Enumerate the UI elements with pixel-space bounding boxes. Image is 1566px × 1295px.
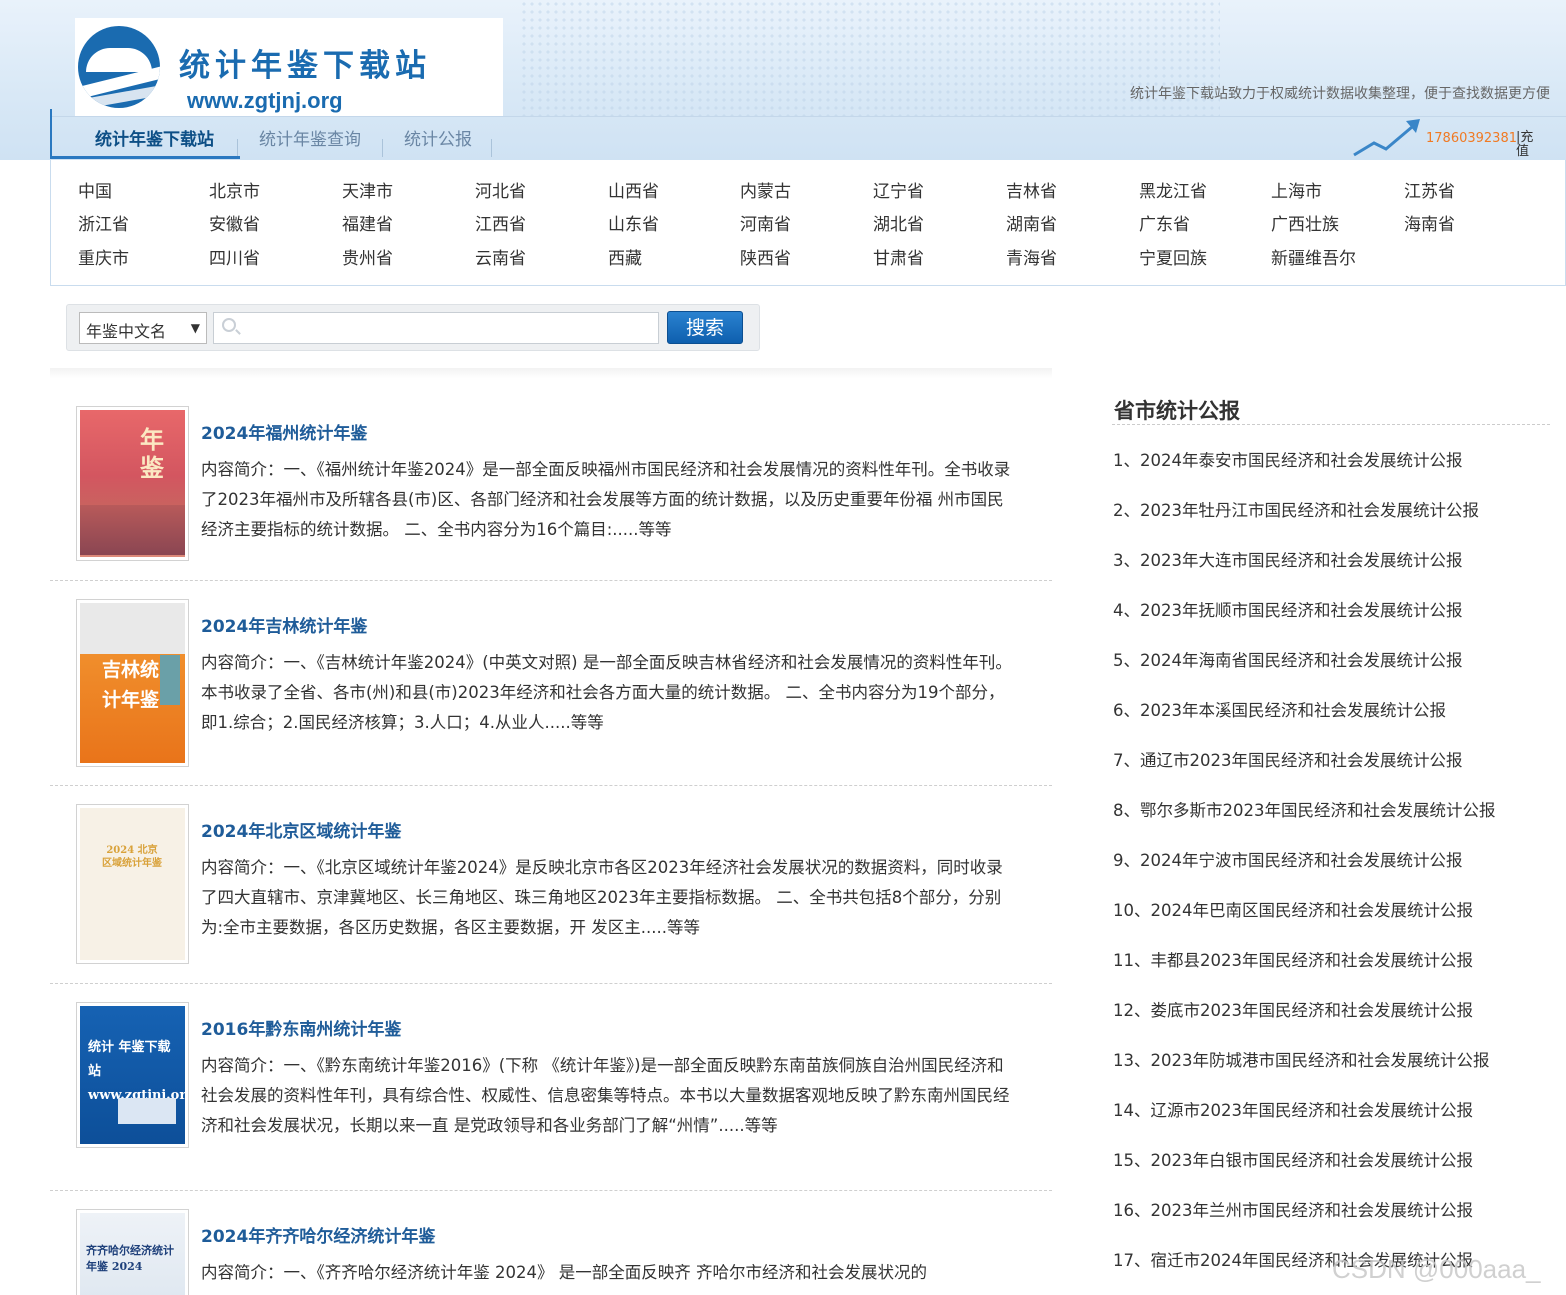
world-map-decoration (520, 0, 1220, 116)
main-nav: 统计年鉴下载站 统计年鉴查询 统计公报 (50, 109, 1566, 159)
book-cover[interactable]: 吉林统计年鉴 (76, 599, 189, 767)
recharge-link[interactable]: |充值 (1516, 131, 1540, 159)
region-link[interactable]: 西藏 (608, 244, 642, 269)
cover-title: 2024 北京区域统计年鉴 (102, 845, 162, 869)
region-link[interactable]: 山西省 (608, 177, 659, 202)
region-grid: 中国 北京市 天津市 河北省 山西省 内蒙古 辽宁省 吉林省 黑龙江省 上海市 江苏省浙江省 安徽省 福… (50, 160, 1566, 286)
region-link[interactable]: 重庆市 (78, 244, 129, 269)
nav-tab-yearbook-query[interactable]: 统计年鉴查询 (239, 125, 381, 150)
header: 统计年鉴下载站 www.zgtjnj.org 统计年鉴下载站致力于权威统计数据收… (0, 0, 1566, 160)
cover-title: 年鉴 (140, 425, 164, 482)
book-item: 吉林统计年鉴 2024年吉林统计年鉴 内容简介：一、《吉林统计年鉴2024》(中… (50, 581, 1052, 786)
bulletin-link[interactable]: 9、2024年宁波市国民经济和社会发展统计公报 (1113, 847, 1463, 871)
region-link[interactable]: 辽宁省 (873, 177, 924, 202)
book-description: 内容简介：一、《黔东南统计年鉴2016》(下称 《统计年鉴》)是一部全面反映黔东… (201, 1056, 1010, 1135)
page: 统计年鉴下载站 www.zgtjnj.org 统计年鉴下载站致力于权威统计数据收… (0, 0, 1566, 1295)
region-link[interactable]: 天津市 (342, 177, 393, 202)
bulletin-link[interactable]: 2、2023年牡丹江市国民经济和社会发展统计公报 (1113, 497, 1479, 521)
book-description: 内容简介：一、《吉林统计年鉴2024》(中英文对照) 是一部全面反映吉林省经济和… (201, 653, 1012, 732)
region-link[interactable]: 江西省 (475, 210, 526, 235)
book-cover[interactable]: 年鉴 (76, 406, 189, 561)
region-link[interactable]: 贵州省 (342, 244, 393, 269)
region-link[interactable]: 宁夏回族 (1139, 244, 1207, 269)
bulletin-link[interactable]: 12、娄底市2023年国民经济和社会发展统计公报 (1113, 997, 1473, 1021)
contact-phone: 17860392381 (1426, 131, 1517, 146)
bulletin-link[interactable]: 14、辽源市2023年国民经济和社会发展统计公报 (1113, 1097, 1473, 1121)
bulletin-link[interactable]: 1、2024年泰安市国民经济和社会发展统计公报 (1113, 447, 1463, 471)
region-link[interactable]: 福建省 (342, 210, 393, 235)
region-link[interactable]: 四川省 (209, 244, 260, 269)
region-link[interactable]: 黑龙江省 (1139, 177, 1207, 202)
sidebar-divider (1112, 424, 1550, 425)
book-item: 2024 北京区域统计年鉴 2024年北京区域统计年鉴 内容简介：一、《北京区域… (50, 786, 1052, 984)
bulletin-link[interactable]: 16、2023年兰州市国民经济和社会发展统计公报 (1113, 1197, 1473, 1221)
book-cover[interactable]: 统计 年鉴下载站 www.zgtjnj.org (76, 1002, 189, 1148)
region-link[interactable]: 浙江省 (78, 210, 129, 235)
book-item: 统计 年鉴下载站 www.zgtjnj.org 2016年黔东南州统计年鉴 内容… (50, 984, 1052, 1191)
book-title[interactable]: 2024年齐齐哈尔经济统计年鉴 (201, 1222, 435, 1247)
region-link[interactable]: 安徽省 (209, 210, 260, 235)
search-input[interactable] (213, 312, 659, 344)
watermark: CSDN @000aaa_ (1332, 1254, 1541, 1284)
region-link[interactable]: 广西壮族 (1271, 210, 1339, 235)
bulletin-link[interactable]: 7、通辽市2023年国民经济和社会发展统计公报 (1113, 747, 1463, 771)
cover-title: 齐齐哈尔经济统计 年鉴 2024 (86, 1244, 174, 1273)
region-link[interactable]: 云南省 (475, 244, 526, 269)
book-description: 内容简介：一、《福州统计年鉴2024》是一部全面反映福州市国民经济和社会发展情况… (201, 460, 1011, 539)
bulletin-link[interactable]: 13、2023年防城港市国民经济和社会发展统计公报 (1113, 1047, 1490, 1071)
region-link[interactable]: 河南省 (740, 210, 791, 235)
logo-title: 统计年鉴下载站 (179, 48, 431, 84)
region-link[interactable]: 河北省 (475, 177, 526, 202)
site-tagline: 统计年鉴下载站致力于权威统计数据收集整理，便于查找数据更方便 (1130, 86, 1550, 102)
region-link[interactable]: 湖南省 (1006, 210, 1057, 235)
book-cover[interactable]: 2024 北京区域统计年鉴 (76, 804, 189, 964)
book-item: 年鉴 2024年福州统计年鉴 内容简介：一、《福州统计年鉴2024》是一部全面反… (50, 396, 1052, 581)
region-link[interactable]: 海南省 (1404, 210, 1455, 235)
bulletin-link[interactable]: 3、2023年大连市国民经济和社会发展统计公报 (1113, 547, 1463, 571)
logo-url: www.zgtjnj.org (187, 88, 343, 113)
region-link[interactable]: 甘肃省 (873, 244, 924, 269)
bulletin-link[interactable]: 11、丰都县2023年国民经济和社会发展统计公报 (1113, 947, 1473, 971)
bulletin-link[interactable]: 4、2023年抚顺市国民经济和社会发展统计公报 (1113, 597, 1463, 621)
chevron-down-icon: ▼ (190, 321, 200, 335)
nav-tab-bulletin[interactable]: 统计公报 (384, 125, 492, 150)
bulletin-link[interactable]: 6、2023年本溪国民经济和社会发展统计公报 (1113, 697, 1446, 721)
bulletin-link[interactable]: 5、2024年海南省国民经济和社会发展统计公报 (1113, 647, 1463, 671)
region-link[interactable]: 青海省 (1006, 244, 1057, 269)
region-link[interactable]: 陕西省 (740, 244, 791, 269)
region-link[interactable]: 广东省 (1139, 210, 1190, 235)
bulletin-link[interactable]: 15、2023年白银市国民经济和社会发展统计公报 (1113, 1147, 1473, 1171)
book-title[interactable]: 2024年北京区域统计年鉴 (201, 817, 401, 842)
search-type-select[interactable]: 年鉴中文名 ▼ (79, 312, 207, 344)
book-title[interactable]: 2024年福州统计年鉴 (201, 419, 367, 444)
site-logo[interactable]: 统计年鉴下载站 www.zgtjnj.org (75, 18, 503, 116)
region-link[interactable]: 北京市 (209, 177, 260, 202)
sidebar-title: 省市统计公报 (1114, 399, 1240, 423)
search-icon (222, 318, 236, 332)
region-link[interactable]: 新疆维吾尔 (1271, 244, 1356, 269)
book-cover[interactable]: 齐齐哈尔经济统计 年鉴 2024 (76, 1209, 189, 1295)
book-description: 内容简介：一、《北京区域统计年鉴2024》是反映北京市各区2023年经济社会发展… (201, 858, 1003, 937)
book-description: 内容简介：一、《齐齐哈尔经济统计年鉴 2024》 是一部全面反映齐 齐哈尔市经济… (201, 1263, 927, 1282)
logo-emblem-icon (78, 26, 160, 108)
nav-tab-home[interactable]: 统计年鉴下载站 (75, 125, 234, 150)
book-title[interactable]: 2024年吉林统计年鉴 (201, 612, 367, 637)
book-item: 齐齐哈尔经济统计 年鉴 2024 2024年齐齐哈尔经济统计年鉴 内容简介：一、… (50, 1191, 1052, 1295)
content-divider (50, 368, 1052, 378)
book-title[interactable]: 2016年黔东南州统计年鉴 (201, 1015, 401, 1040)
search-bar: 年鉴中文名 ▼ 搜索 (66, 304, 760, 351)
bulletin-link[interactable]: 8、鄂尔多斯市2023年国民经济和社会发展统计公报 (1113, 797, 1496, 821)
region-link[interactable]: 中国 (78, 177, 112, 202)
search-button[interactable]: 搜索 (667, 311, 743, 344)
region-link[interactable]: 上海市 (1271, 177, 1322, 202)
region-link[interactable]: 湖北省 (873, 210, 924, 235)
search-type-value: 年鉴中文名 (86, 322, 167, 341)
region-link[interactable]: 内蒙古 (740, 177, 791, 202)
region-link[interactable]: 吉林省 (1006, 177, 1057, 202)
bulletin-link[interactable]: 10、2024年巴南区国民经济和社会发展统计公报 (1113, 897, 1473, 921)
region-link[interactable]: 山东省 (608, 210, 659, 235)
region-link[interactable]: 江苏省 (1404, 177, 1455, 202)
